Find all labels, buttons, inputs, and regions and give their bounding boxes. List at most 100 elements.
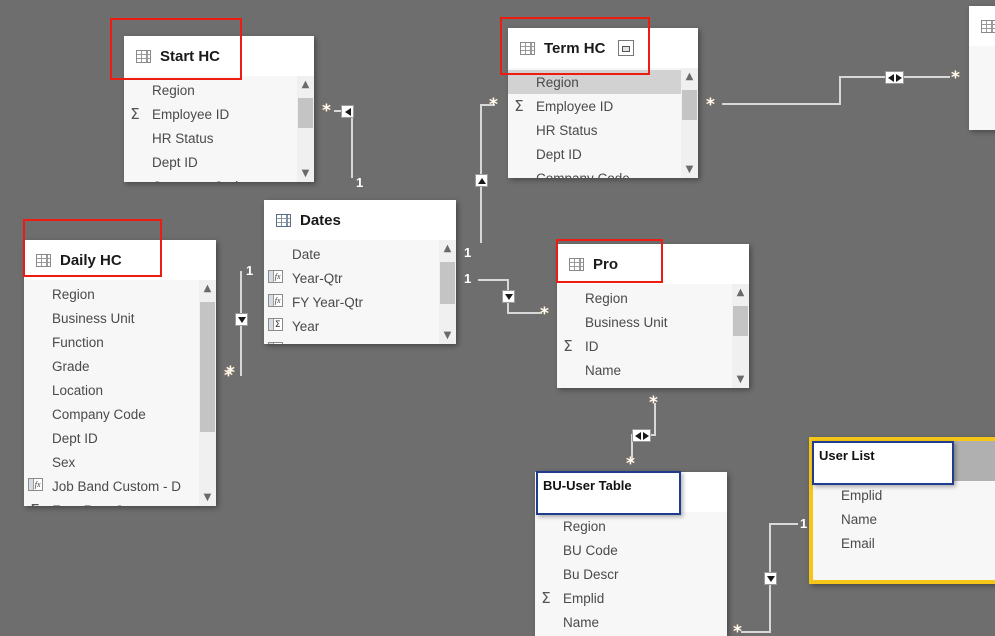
table-grid-icon: [136, 49, 151, 63]
field-row[interactable]: fx FY Year-Qtr: [264, 290, 456, 314]
field-row[interactable]: Name: [813, 507, 995, 531]
field-row[interactable]: Σ Year: [264, 314, 456, 338]
field-row[interactable]: Company Code: [508, 166, 698, 179]
field-row[interactable]: Name: [557, 358, 749, 382]
scrollbar-thumb[interactable]: [682, 90, 697, 120]
field-row[interactable]: Business Unit: [557, 310, 749, 334]
field-row[interactable]: Name: [535, 610, 727, 634]
field-row[interactable]: HR Status: [124, 126, 314, 150]
field-label: Business Unit: [585, 314, 668, 330]
field-row[interactable]: Emplid: [813, 483, 995, 507]
table-card-offscreen[interactable]: [969, 6, 995, 130]
arrow-down-icon: [237, 316, 246, 323]
cross-filter-marker-bu-userlist[interactable]: [764, 572, 777, 585]
field-row[interactable]: Region: [557, 286, 749, 310]
field-row[interactable]: Company Code: [124, 174, 314, 183]
cross-filter-marker-dates-daily[interactable]: [235, 313, 248, 326]
scroll-down-icon[interactable]: ▼: [199, 489, 216, 506]
table-card-start-hc[interactable]: Start HC Region Σ Employee ID HR Status …: [124, 36, 314, 182]
table-scrollbar-daily-hc[interactable]: ▲ ▼: [199, 280, 216, 506]
table-card-pro[interactable]: Pro Region Business Unit Σ ID Name Eff D…: [557, 244, 749, 388]
field-row[interactable]: fx FY Year: [264, 338, 456, 344]
table-card-term-hc[interactable]: Term HC Region Σ Employee ID HR Status D…: [508, 28, 698, 178]
field-row[interactable]: Location: [24, 378, 216, 402]
field-row[interactable]: Date: [264, 242, 456, 266]
table-grid-icon: [569, 257, 584, 271]
table-scrollbar-term-hc[interactable]: ▲ ▼: [681, 68, 698, 178]
scrollbar-thumb[interactable]: [440, 262, 455, 304]
field-row[interactable]: Region: [508, 70, 698, 94]
user-list-name-edit[interactable]: User List: [812, 441, 954, 485]
scrollbar-thumb[interactable]: [298, 98, 313, 128]
sigma-icon: Σ: [26, 502, 44, 506]
field-row[interactable]: BU Code: [535, 538, 727, 562]
field-row[interactable]: Dept ID: [124, 150, 314, 174]
calculated-column-icon: fx: [266, 294, 284, 310]
cardinality-asterisk: *: [322, 101, 331, 121]
field-row[interactable]: Eff Date: [557, 382, 749, 389]
field-row[interactable]: Region: [535, 514, 727, 538]
cross-filter-marker-term-offscreen[interactable]: [885, 71, 904, 84]
table-header-dates[interactable]: Dates: [264, 200, 456, 240]
scrollbar-thumb[interactable]: [733, 306, 748, 336]
field-row[interactable]: Business Unit: [24, 306, 216, 330]
table-header-offscreen[interactable]: [969, 6, 995, 46]
scroll-up-icon[interactable]: ▲: [297, 76, 314, 93]
table-scrollbar-dates[interactable]: ▲ ▼: [439, 240, 456, 344]
field-row[interactable]: fx Year-Qtr: [264, 266, 456, 290]
scroll-up-icon[interactable]: ▲: [199, 280, 216, 297]
arrow-left-icon: [344, 107, 351, 116]
field-row[interactable]: Bu Descr: [535, 562, 727, 586]
table-card-dates[interactable]: Dates Date fx Year-Qtr fx FY Year-Qtr Σ …: [264, 200, 456, 344]
scroll-down-icon[interactable]: ▼: [681, 161, 698, 178]
scroll-up-icon[interactable]: ▲: [439, 240, 456, 257]
field-label: Location: [52, 382, 104, 398]
field-label: Region: [563, 518, 606, 534]
calculated-column-icon: fx: [266, 342, 284, 344]
field-row[interactable]: Grade: [24, 354, 216, 378]
table-header-pro[interactable]: Pro: [557, 244, 749, 284]
table-fields-dates: Date fx Year-Qtr fx FY Year-Qtr Σ Year f…: [264, 240, 456, 344]
cardinality-asterisk: *: [706, 95, 715, 115]
field-row[interactable]: Region: [124, 78, 314, 102]
field-row[interactable]: Σ Emplid: [535, 586, 727, 610]
cross-filter-marker-start-hc[interactable]: [341, 105, 354, 118]
table-header-daily-hc[interactable]: Daily HC: [24, 240, 216, 280]
field-row[interactable]: Σ Employee ID: [124, 102, 314, 126]
field-row[interactable]: Sex: [24, 450, 216, 474]
field-row[interactable]: Region: [24, 282, 216, 306]
field-label: Dept ID: [152, 154, 198, 170]
field-label: Company Code: [52, 406, 146, 422]
table-scrollbar-start-hc[interactable]: ▲ ▼: [297, 76, 314, 182]
field-label: Bu Descr: [563, 566, 619, 582]
cross-filter-marker-term-hc[interactable]: [475, 174, 488, 187]
scrollbar-thumb[interactable]: [200, 302, 215, 432]
field-row[interactable]: Dept ID: [508, 142, 698, 166]
scroll-down-icon[interactable]: ▼: [439, 327, 456, 344]
field-row[interactable]: Function: [24, 330, 216, 354]
field-row[interactable]: Σ ID: [557, 334, 749, 358]
bu-user-table-name-edit[interactable]: BU-User Table: [536, 471, 681, 515]
field-row[interactable]: Company Code: [24, 402, 216, 426]
cross-filter-marker-dates-pro[interactable]: [502, 290, 515, 303]
cross-filter-marker-pro-bu[interactable]: [632, 429, 651, 442]
scroll-down-icon[interactable]: ▼: [732, 371, 749, 388]
field-row[interactable]: Dept ID: [24, 426, 216, 450]
table-title-pro: Pro: [593, 255, 619, 273]
scroll-up-icon[interactable]: ▲: [681, 68, 698, 85]
table-card-daily-hc[interactable]: Daily HC Region Business Unit Function G…: [24, 240, 216, 506]
cardinality-asterisk: *: [489, 95, 498, 115]
field-row[interactable]: HR Status: [508, 118, 698, 142]
table-scrollbar-pro[interactable]: ▲ ▼: [732, 284, 749, 388]
scroll-down-icon[interactable]: ▼: [297, 165, 314, 182]
field-row[interactable]: Email: [813, 531, 995, 555]
cardinality-asterisk: *: [649, 393, 658, 413]
table-header-term-hc[interactable]: Term HC: [508, 28, 698, 68]
field-row[interactable]: Σ Employee ID: [508, 94, 698, 118]
model-diagram-canvas[interactable]: Start HC Region Σ Employee ID HR Status …: [0, 0, 995, 636]
scroll-up-icon[interactable]: ▲: [732, 284, 749, 301]
field-row[interactable]: Σ Emp Row Count: [24, 498, 216, 506]
field-row[interactable]: fx Job Band Custom - D: [24, 474, 216, 498]
expand-detail-icon[interactable]: [618, 40, 635, 56]
table-header-start-hc[interactable]: Start HC: [124, 36, 314, 76]
